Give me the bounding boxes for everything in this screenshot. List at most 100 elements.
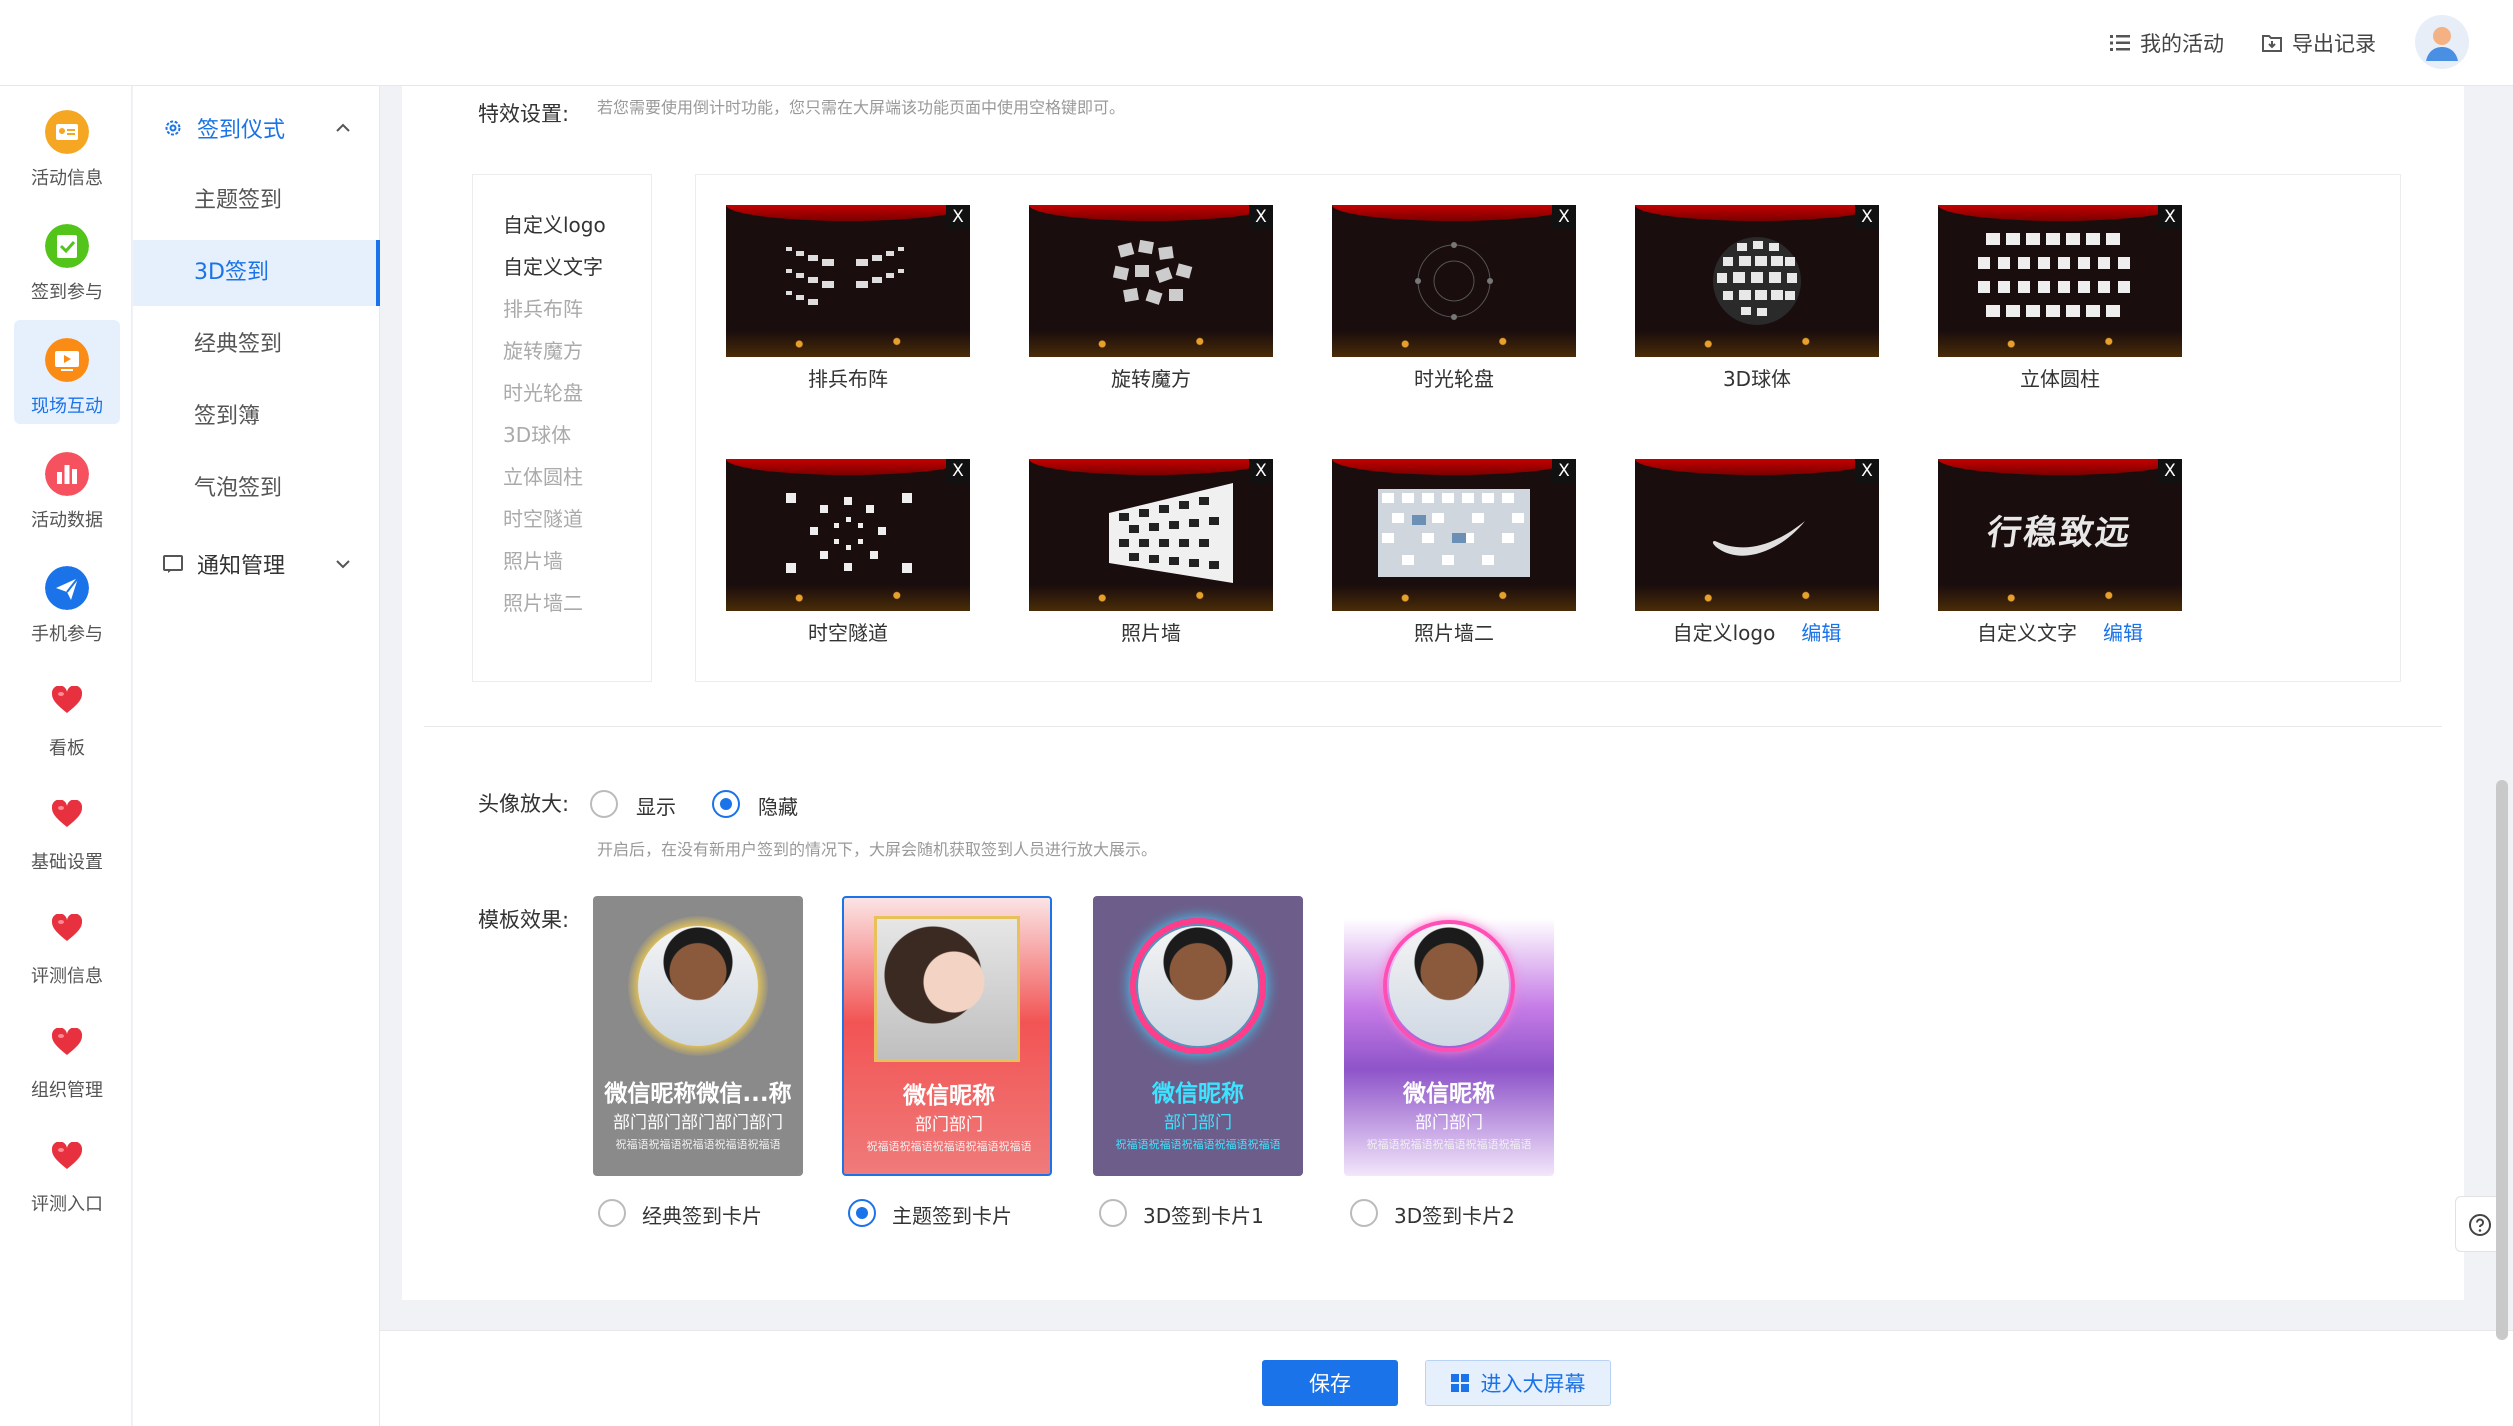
template-theme-radio[interactable] — [848, 1199, 876, 1227]
curtain — [1029, 459, 1273, 475]
avatar-zoom-show-radio[interactable] — [590, 790, 618, 818]
subnav-item-bubble-signin[interactable]: 气泡签到 — [133, 456, 380, 522]
effect-caption: 自定义文字 编辑 — [1938, 617, 2182, 646]
curtain — [1938, 459, 2182, 475]
subnav-group-notification[interactable]: 通知管理 — [163, 548, 363, 580]
effect-list-item[interactable]: 3D球体 — [503, 419, 571, 448]
effect-list-item[interactable]: 时空隧道 — [503, 503, 583, 532]
template-theme-label[interactable]: 主题签到卡片 — [892, 1200, 1012, 1229]
template-card-classic[interactable]: 微信昵称微信...称 部门部门部门部门部门 祝福语祝福语祝福语祝福语祝福语 — [593, 896, 803, 1176]
effect-preview — [1378, 489, 1530, 577]
edit-logo-link[interactable]: 编辑 — [1801, 621, 1841, 645]
stage-floor — [726, 585, 970, 611]
close-icon[interactable]: X — [1552, 459, 1576, 483]
effect-thumbnail[interactable]: X — [1029, 459, 1273, 611]
card-icon — [45, 110, 89, 154]
close-icon[interactable]: X — [1552, 205, 1576, 229]
card-blessing: 祝福语祝福语祝福语祝福语祝福语 — [615, 1138, 781, 1151]
template-3d-2-radio[interactable] — [1350, 1199, 1378, 1227]
chevron-up-icon — [336, 123, 350, 132]
curtain — [1029, 205, 1273, 221]
close-icon[interactable]: X — [946, 205, 970, 229]
subnav-group-signin-ceremony[interactable]: 签到仪式 — [163, 112, 363, 144]
rail-item-basic-settings[interactable]: 基础设置 — [14, 776, 120, 880]
effect-thumbnail[interactable]: X — [726, 205, 970, 357]
export-records-link[interactable]: 导出记录 — [2262, 28, 2376, 58]
close-icon[interactable]: X — [1249, 205, 1273, 229]
effect-thumbnail[interactable]: X — [726, 459, 970, 611]
subnav-item-3d-signin[interactable]: 3D签到 — [133, 240, 380, 306]
avatar-zoom-hide-label[interactable]: 隐藏 — [758, 791, 798, 820]
effect-caption-text: 照片墙二 — [1414, 621, 1494, 645]
rail-item-org-management[interactable]: 组织管理 — [14, 1004, 120, 1108]
enter-big-screen-button[interactable]: 进入大屏幕 — [1425, 1360, 1611, 1406]
card-nickname: 微信昵称 — [903, 1083, 995, 1109]
close-icon[interactable]: X — [2158, 459, 2182, 483]
close-icon[interactable]: X — [1855, 205, 1879, 229]
effect-caption-text: 3D球体 — [1722, 367, 1792, 391]
subnav-item-signin-book[interactable]: 签到簿 — [133, 384, 380, 450]
effect-list-item[interactable]: 旋转魔方 — [503, 335, 583, 364]
effect-thumbnail-grid: X 排兵布阵 X 旋转魔方 X 时光轮盘 X 3D球体 X 立体圆柱 X 时空隧… — [695, 174, 2401, 682]
edit-text-link[interactable]: 编辑 — [2103, 621, 2143, 645]
rail-label: 签到参与 — [31, 282, 103, 303]
bar-chart-icon — [45, 452, 89, 496]
rail-item-eval-info[interactable]: 评测信息 — [14, 890, 120, 994]
template-3d-2-label[interactable]: 3D签到卡片2 — [1394, 1200, 1515, 1229]
sub-navigation: 签到仪式 主题签到 3D签到 经典签到 签到簿 气泡签到 通知管理 — [133, 86, 380, 1426]
rail-item-mobile[interactable]: 手机参与 — [14, 548, 120, 652]
effect-thumbnail[interactable]: X — [1029, 205, 1273, 357]
template-card-3d-2[interactable]: 微信昵称 部门部门 祝福语祝福语祝福语祝福语祝福语 — [1344, 896, 1554, 1176]
my-activity-link[interactable]: 我的活动 — [2110, 28, 2224, 58]
effect-list-item[interactable]: 照片墙二 — [503, 587, 583, 616]
effect-caption: 照片墙 — [1029, 617, 1273, 646]
template-classic-radio[interactable] — [598, 1199, 626, 1227]
effect-thumbnail[interactable]: X — [1332, 459, 1576, 611]
page-scrollbar[interactable] — [2496, 780, 2508, 1340]
effect-thumbnail[interactable]: 行稳致远 X — [1938, 459, 2182, 611]
rail-item-board[interactable]: 看板 — [14, 662, 120, 766]
stage-floor — [1029, 331, 1273, 357]
effect-caption-text: 立体圆柱 — [2020, 367, 2100, 391]
export-records-label: 导出记录 — [2292, 32, 2376, 56]
effect-thumbnail[interactable]: X — [1332, 205, 1576, 357]
template-card-theme[interactable]: 微信昵称 部门部门 祝福语祝福语祝福语祝福语祝福语 — [842, 896, 1052, 1176]
card-department: 部门部门部门部门部门 — [613, 1113, 783, 1133]
effect-thumbnail[interactable]: X — [1635, 205, 1879, 357]
rail-item-activity-data[interactable]: 活动数据 — [14, 434, 120, 538]
effect-list-item[interactable]: 照片墙 — [503, 545, 563, 574]
avatar-zoom-hide-radio[interactable] — [712, 790, 740, 818]
effect-list-item[interactable]: 立体圆柱 — [503, 461, 583, 490]
template-classic-label[interactable]: 经典签到卡片 — [642, 1200, 762, 1229]
effect-list-item[interactable]: 自定义文字 — [503, 251, 603, 280]
effect-list: 自定义logo 自定义文字 排兵布阵 旋转魔方 时光轮盘 3D球体 立体圆柱 时… — [472, 174, 652, 682]
effect-list-item[interactable]: 排兵布阵 — [503, 293, 583, 322]
close-icon[interactable]: X — [1249, 459, 1273, 483]
card-department: 部门部门 — [1164, 1113, 1232, 1133]
subnav-item-theme-signin[interactable]: 主题签到 — [133, 168, 380, 234]
user-avatar[interactable] — [2415, 15, 2469, 69]
rail-item-activity-info[interactable]: 活动信息 — [14, 92, 120, 196]
save-button[interactable]: 保存 — [1262, 1360, 1398, 1406]
close-icon[interactable]: X — [946, 459, 970, 483]
effect-thumbnail[interactable]: X — [1635, 459, 1879, 611]
template-card-3d-1[interactable]: 微信昵称 部门部门 祝福语祝福语祝福语祝福语祝福语 — [1093, 896, 1303, 1176]
subnav-item-classic-signin[interactable]: 经典签到 — [133, 312, 380, 378]
effect-thumbnail[interactable]: X — [1938, 205, 2182, 357]
template-3d-1-label[interactable]: 3D签到卡片1 — [1143, 1200, 1264, 1229]
effect-list-item[interactable]: 时光轮盘 — [503, 377, 583, 406]
settings-panel: 特效设置: 若您需要使用倒计时功能，您只需在大屏端该功能页面中使用空格键即可。 … — [402, 86, 2464, 1300]
rail-item-live-interaction[interactable]: 现场互动 — [14, 320, 120, 424]
rail-item-signin[interactable]: 签到参与 — [14, 206, 120, 310]
effect-caption: 照片墙二 — [1332, 617, 1576, 646]
template-3d-1-radio[interactable] — [1099, 1199, 1127, 1227]
avatar-zoom-show-label[interactable]: 显示 — [636, 791, 676, 820]
effect-preview — [1978, 233, 2130, 317]
icon-rail: 活动信息 签到参与 现场互动 活动数据 手机参与 看板 基础设置 评测信息 组织… — [0, 86, 132, 1426]
effect-list-item[interactable]: 自定义logo — [503, 209, 606, 238]
heart-icon — [52, 686, 82, 713]
close-icon[interactable]: X — [2158, 205, 2182, 229]
effect-caption-text: 时空隧道 — [808, 621, 888, 645]
close-icon[interactable]: X — [1855, 459, 1879, 483]
rail-item-eval-entry[interactable]: 评测入口 — [14, 1118, 120, 1222]
